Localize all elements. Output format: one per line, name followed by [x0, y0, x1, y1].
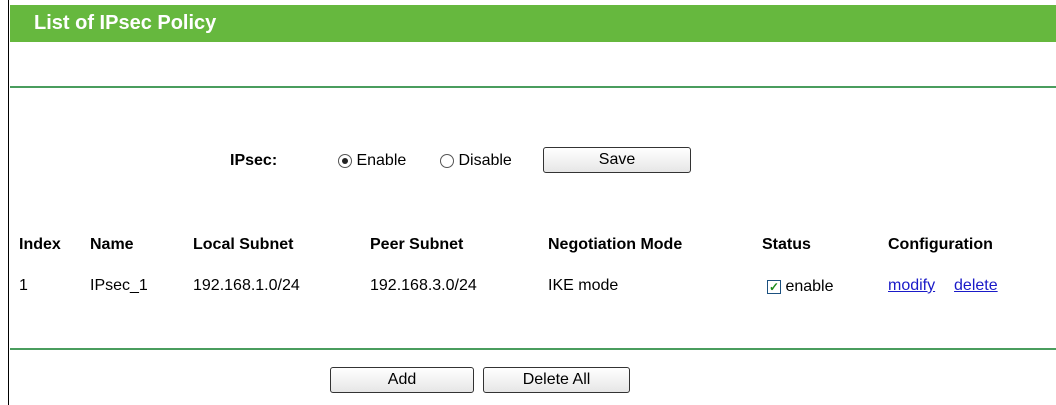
row-status[interactable]: ✓ enable: [767, 278, 834, 296]
ipsec-disable-option[interactable]: Disable: [440, 152, 512, 170]
enable-radio[interactable]: [338, 153, 352, 168]
status-label: enable: [785, 278, 834, 295]
delete-link[interactable]: delete: [954, 277, 998, 294]
disable-radio[interactable]: [440, 153, 454, 168]
save-button[interactable]: Save: [543, 147, 691, 173]
column-header-configuration: Configuration: [888, 236, 993, 253]
column-header-name: Name: [90, 236, 134, 253]
add-button[interactable]: Add: [330, 367, 474, 393]
row-negotiation-mode: IKE mode: [548, 277, 619, 294]
column-header-local-subnet: Local Subnet: [193, 236, 294, 253]
page-title: List of IPsec Policy: [10, 5, 1056, 42]
disable-label: Disable: [458, 152, 512, 169]
left-border: [8, 0, 9, 405]
row-index: 1: [19, 277, 28, 294]
column-header-peer-subnet: Peer Subnet: [370, 236, 464, 253]
divider: [10, 86, 1056, 88]
row-name: IPsec_1: [90, 277, 148, 294]
row-configuration: modify delete: [888, 277, 998, 295]
row-peer-subnet: 192.168.3.0/24: [370, 277, 477, 294]
ipsec-enable-option[interactable]: Enable: [338, 152, 406, 170]
column-header-index: Index: [19, 236, 61, 253]
column-header-negotiation-mode: Negotiation Mode: [548, 236, 683, 253]
column-header-status: Status: [762, 236, 811, 253]
divider: [10, 348, 1056, 350]
modify-link[interactable]: modify: [888, 277, 935, 294]
ipsec-label: IPsec:: [230, 152, 278, 169]
enable-label: Enable: [356, 152, 407, 169]
row-local-subnet: 192.168.1.0/24: [193, 277, 300, 294]
status-checkbox[interactable]: ✓: [767, 279, 781, 294]
delete-all-button[interactable]: Delete All: [483, 367, 630, 393]
